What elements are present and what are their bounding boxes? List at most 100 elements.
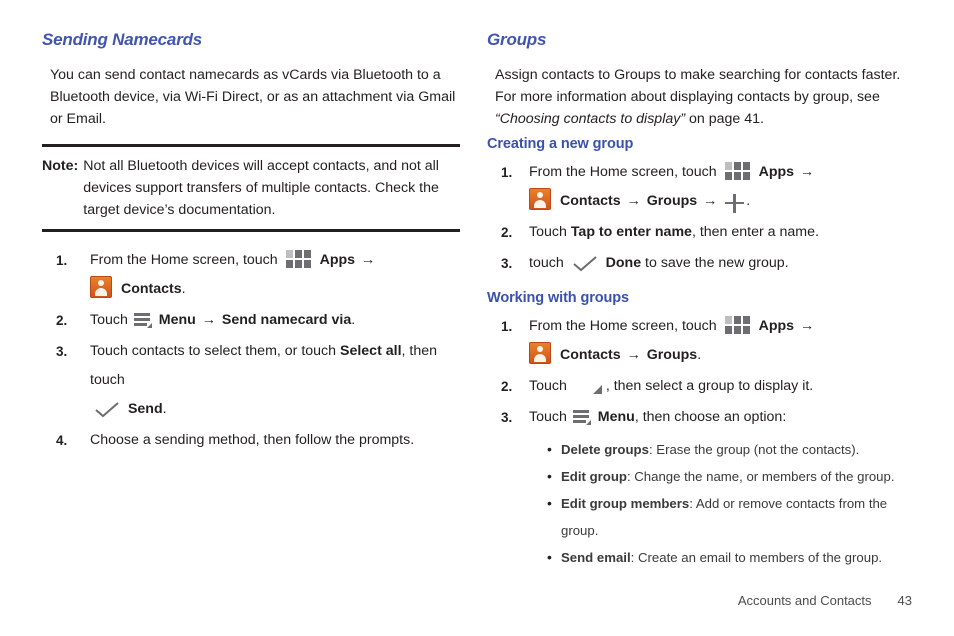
step-text-cont: , then enter a name. [691,224,819,240]
step-item: 1. From the Home screen, touch Apps → Co… [487,312,905,370]
note-label: Note: [42,158,79,174]
option-term: Edit group members [561,496,690,511]
groups-intro-text-a: Assign contacts to Groups to make search… [495,67,901,105]
step-trailing: . [181,281,186,297]
expand-triangle-icon [592,383,604,394]
step-number: 3. [56,344,68,359]
option-description: Erase the group (not the contacts). [656,442,860,457]
option-separator: : [648,442,653,457]
option-term: Delete groups [561,442,649,457]
step-item: 3. Touch contacts to select them, or tou… [42,337,460,424]
bullet-glyph: • [547,549,552,565]
list-item: • Edit group members: Add or remove conta… [547,490,905,544]
contacts-label: Contacts [559,193,621,209]
arrow-glyph: → [800,318,815,334]
bullet-glyph: • [547,468,552,484]
list-item: • Send email: Create an email to members … [547,544,905,571]
option-term: Send email [561,550,631,565]
page-title-sending-namecards: Sending Namecards [42,30,203,49]
step-number: 3. [501,410,513,425]
arrow-glyph: → [201,312,216,328]
note-text: Not all Bluetooth devices will accept co… [83,158,439,218]
contacts-label: Contacts [559,347,621,363]
check-icon [94,400,120,418]
step-item: 1. From the Home screen, touch Apps → Co… [42,246,460,304]
note-rule-top [42,144,460,147]
step-trailing: . [162,401,167,417]
apps-label: Apps [758,318,795,334]
intro-paragraph: You can send contact namecards as vCards… [50,67,456,127]
step-number: 1. [56,253,68,268]
step-number: 2. [56,313,68,328]
subheading-creating-a-new-group: Creating a new group [487,136,634,152]
note-block: Note: Not all Bluetooth devices will acc… [42,155,460,221]
list-item: • Delete groups: Erase the group (not the… [547,436,905,463]
contacts-person-icon [529,342,551,365]
apps-label: Apps [319,252,356,268]
footer-section-name: Accounts and Contacts [737,593,872,608]
option-term: Edit group [561,469,627,484]
menu-label: Menu [597,409,635,425]
left-column: Sending Namecards You can send contact n… [42,30,460,457]
step-number: 2. [501,379,513,394]
step-trailing: . [746,193,751,209]
check-icon [572,254,598,272]
step-text: Choose a sending method, then follow the… [90,432,415,448]
cross-reference-link: “Choosing contacts to display” [495,111,686,127]
menu-label: Menu [158,312,196,328]
done-label: Done [605,255,642,271]
sending-namecards-steps: 1. From the Home screen, touch Apps → Co… [42,246,460,455]
page-footer: Accounts and Contacts 43 [0,593,954,608]
step-text: Touch [529,378,567,394]
list-item: • Edit group: Change the name, or members… [547,463,905,490]
option-description: Create an email to members of the group. [637,550,883,565]
step-text: From the Home screen, touch [529,318,717,334]
step-text: touch [529,255,564,271]
step-item: 3. Touch Menu, then choose an option: [487,403,905,432]
document-page: Sending Namecards You can send contact n… [0,0,954,636]
step-text: Touch contacts to select them, or touch [90,343,337,359]
arrow-glyph: → [361,252,376,268]
contacts-person-icon [90,276,112,299]
send-label: Send [127,401,163,417]
groups-label: Groups [646,347,698,363]
footer-page-number: 43 [897,593,912,608]
creating-group-steps: 1. From the Home screen, touch Apps → Co… [487,158,905,278]
subheading-working-with-groups: Working with groups [487,290,630,306]
step-text-cont: to save the new group. [645,255,789,271]
plus-icon [725,193,745,213]
step-item: 2. Touch Tap to enter name, then enter a… [487,218,905,247]
arrow-glyph: → [626,193,641,209]
step-item: 3. touch Done to save the new group. [487,249,905,278]
step-text: Touch [529,224,567,240]
tap-to-enter-name-label: Tap to enter name [570,224,692,240]
step-number: 2. [501,225,513,240]
arrow-glyph: → [703,193,718,209]
step-number: 1. [501,165,513,180]
option-separator: : [689,496,693,511]
bullet-glyph: • [547,441,552,457]
groups-intro-text-b: on page 41. [689,111,764,127]
groups-intro-paragraph: Assign contacts to Groups to make search… [487,64,905,130]
step-text: From the Home screen, touch [90,252,278,268]
page-title-groups: Groups [487,30,547,49]
right-column: Groups Assign contacts to Groups to make… [487,30,905,571]
step-text-cont: , then choose an option: [634,409,787,425]
apps-label: Apps [758,164,795,180]
contacts-label: Contacts [120,281,182,297]
step-text: Touch [529,409,567,425]
step-number: 3. [501,256,513,271]
step-item: 2. Touch , then select a group to displa… [487,372,905,401]
menu-hamburger-icon [572,409,591,425]
step-text-cont: , then select a group to display it. [605,378,814,394]
working-with-groups-steps: 1. From the Home screen, touch Apps → Co… [487,312,905,432]
send-namecard-via-label: Send namecard via [221,312,352,328]
step-item: 1. From the Home screen, touch Apps → Co… [487,158,905,216]
groups-label: Groups [646,193,698,209]
step-item: 4. Choose a sending method, then follow … [42,426,460,455]
step-item: 2. Touch Menu → Send namecard via. [42,306,460,335]
option-description: Change the name, or members of the group… [634,469,895,484]
step-text: From the Home screen, touch [529,164,717,180]
option-separator: : [626,469,631,484]
apps-grid-icon [724,162,751,181]
